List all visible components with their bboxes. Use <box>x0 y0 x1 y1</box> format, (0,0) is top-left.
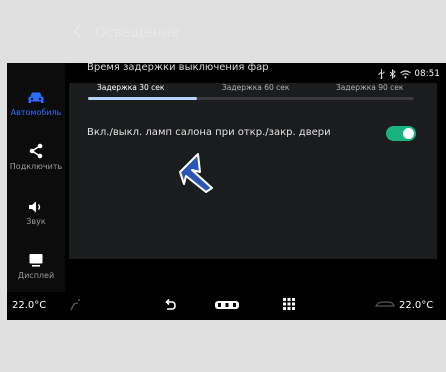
sidebar-item-label: Звук <box>26 217 46 226</box>
back-arrow-icon[interactable] <box>70 22 84 40</box>
bottom-bar: 22.0°C 22.0°C <box>7 292 446 320</box>
headlight-delay-label: Время задержки выключения фар <box>87 62 269 73</box>
dome-light-label: Вкл./выкл. ламп салона при откр./закр. д… <box>87 127 331 138</box>
dome-light-toggle[interactable] <box>386 126 416 141</box>
delay-slider-track[interactable] <box>88 97 414 100</box>
home-icon[interactable] <box>214 298 240 312</box>
sidebar-item-display[interactable]: Дисплей <box>7 253 65 280</box>
page-title: Освещение <box>95 25 180 41</box>
left-temperature: 22.0°C <box>12 300 47 311</box>
delay-option-90[interactable]: Задержка 90 сек <box>336 83 403 92</box>
pointer-arrow-icon <box>179 153 213 193</box>
usb-icon <box>378 69 384 79</box>
right-temperature: 22.0°C <box>399 300 434 311</box>
share-icon <box>29 143 43 159</box>
sidebar-item-label: Автомобиль <box>10 108 62 117</box>
settings-panel <box>69 83 437 259</box>
delay-slider-selected <box>88 97 197 100</box>
car-icon <box>28 92 44 103</box>
back-return-icon[interactable] <box>163 298 177 312</box>
delay-option-60[interactable]: Задержка 60 сек <box>222 83 289 92</box>
seat-heat-icon[interactable] <box>69 298 83 312</box>
sidebar-item-connect[interactable]: Подключить <box>7 143 65 171</box>
wifi-icon <box>399 69 411 78</box>
sidebar-item-sound[interactable]: Звук <box>7 200 65 226</box>
toggle-knob <box>403 128 414 139</box>
vent-airflow-icon[interactable] <box>374 298 396 310</box>
apps-grid-icon[interactable] <box>283 298 295 310</box>
sidebar: Автомобиль Подключить Звук Дисплей <box>7 63 65 301</box>
bluetooth-icon <box>389 69 396 79</box>
speaker-icon <box>29 201 41 213</box>
delay-option-30[interactable]: Задержка 30 сек <box>97 83 164 92</box>
sidebar-item-label: Подключить <box>9 162 63 171</box>
sidebar-item-car[interactable]: Автомобиль <box>7 91 65 117</box>
display-icon <box>29 254 43 267</box>
clock-time: 08:51 <box>414 69 440 79</box>
sidebar-item-label: Дисплей <box>17 271 55 280</box>
status-bar: 08:51 <box>378 69 441 79</box>
